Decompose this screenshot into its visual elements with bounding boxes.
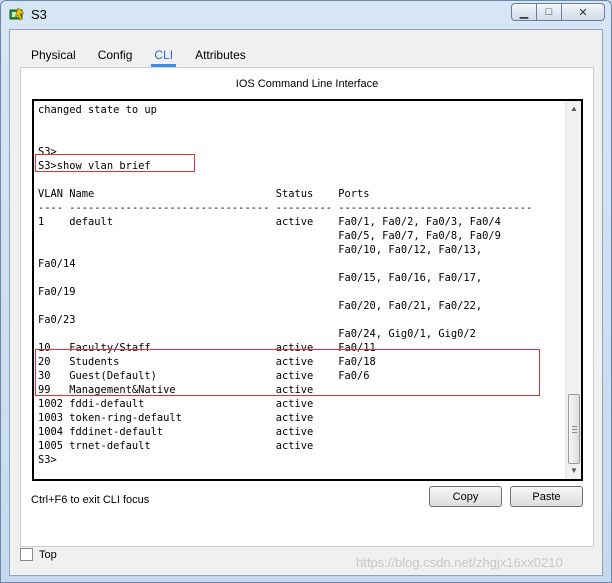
scrollbar-thumb[interactable] [568, 394, 580, 464]
cli-line: S3>show vlan brief [38, 160, 151, 172]
tab-physical[interactable]: Physical [20, 43, 87, 67]
close-icon: ✕ [578, 6, 588, 19]
cli-line: Fa0/19 [38, 286, 76, 298]
top-checkbox-row[interactable]: Top [20, 548, 57, 561]
close-button[interactable]: ✕ [561, 3, 605, 21]
cli-line [38, 173, 563, 187]
cli-line: Fa0/20, Fa0/21, Fa0/22, [38, 300, 483, 312]
cli-line: 10 Faculty/Staff active Fa0/11 [38, 342, 376, 354]
title-bar[interactable]: S3 ▁ □ ✕ [1, 1, 611, 29]
cli-line: 1005 trnet-default active [38, 440, 314, 452]
top-checkbox[interactable] [20, 548, 33, 561]
cli-terminal[interactable]: changed state to up S3> S3>show vlan brief… [32, 99, 583, 481]
cli-focus-hint: Ctrl+F6 to exit CLI focus [31, 494, 150, 506]
cli-line: Fa0/15, Fa0/16, Fa0/17, [38, 272, 483, 284]
watermark: https://blog.csdn.net/zhgjx16xx0210 [356, 555, 563, 570]
grip-line [572, 426, 577, 427]
cli-line: 1004 fddinet-default active [38, 426, 314, 438]
cli-output[interactable]: changed state to up S3> S3>show vlan brief… [38, 103, 563, 467]
top-checkbox-label: Top [39, 548, 57, 561]
window-title: S3 [31, 7, 47, 22]
cli-line: Fa0/23 [38, 314, 76, 326]
minimize-button[interactable]: ▁ [511, 3, 537, 21]
app-window: S3 ▁ □ ✕ Physical Config CLI Attributes … [0, 0, 612, 583]
scroll-down-icon[interactable]: ▼ [566, 463, 581, 479]
packet-tracer-icon [9, 7, 25, 21]
grip-line [572, 429, 577, 430]
cli-line: changed state to up [38, 104, 157, 116]
maximize-icon: □ [545, 6, 553, 18]
cli-line: S3> [38, 454, 57, 466]
cli-line: 30 Guest(Default) active Fa0/6 [38, 370, 370, 382]
cli-line: 1002 fddi-default active [38, 398, 314, 410]
cli-line: VLAN Name Status Ports [38, 188, 370, 200]
cli-line: Fa0/24, Gig0/1, Gig0/2 [38, 328, 476, 340]
maximize-button[interactable]: □ [536, 3, 562, 21]
cli-line: 1 default active Fa0/1, Fa0/2, Fa0/3, Fa… [38, 216, 501, 228]
cli-line [38, 131, 563, 145]
cli-line: 20 Students active Fa0/18 [38, 356, 376, 368]
copy-button[interactable]: Copy [429, 486, 502, 507]
cli-line [38, 117, 563, 131]
scroll-up-icon[interactable]: ▲ [566, 101, 581, 117]
tab-attributes[interactable]: Attributes [184, 43, 257, 67]
minimize-icon: ▁ [519, 6, 529, 19]
cli-scrollbar[interactable]: ▲ ▼ [565, 101, 581, 479]
tab-cli[interactable]: CLI [143, 43, 184, 67]
window-client: Physical Config CLI Attributes IOS Comma… [9, 29, 603, 576]
device-dialog: Physical Config CLI Attributes IOS Comma… [10, 30, 602, 575]
cli-line: ---- -------------------------------- --… [38, 202, 533, 214]
cli-line: Fa0/10, Fa0/12, Fa0/13, [38, 244, 483, 256]
cli-line: 99 Management&Native active [38, 384, 314, 396]
cli-line: S3> [38, 146, 57, 158]
window-controls: ▁ □ ✕ [511, 3, 605, 23]
tab-config[interactable]: Config [87, 43, 144, 67]
grip-line [572, 432, 577, 433]
cli-panel-header: IOS Command Line Interface [235, 78, 379, 90]
cli-line: Fa0/14 [38, 258, 76, 270]
tab-bar: Physical Config CLI Attributes [20, 43, 257, 67]
cli-line: Fa0/5, Fa0/7, Fa0/8, Fa0/9 [38, 230, 501, 242]
paste-button[interactable]: Paste [510, 486, 583, 507]
cli-panel: IOS Command Line Interface changed state… [20, 67, 594, 547]
cli-line: 1003 token-ring-default active [38, 412, 314, 424]
